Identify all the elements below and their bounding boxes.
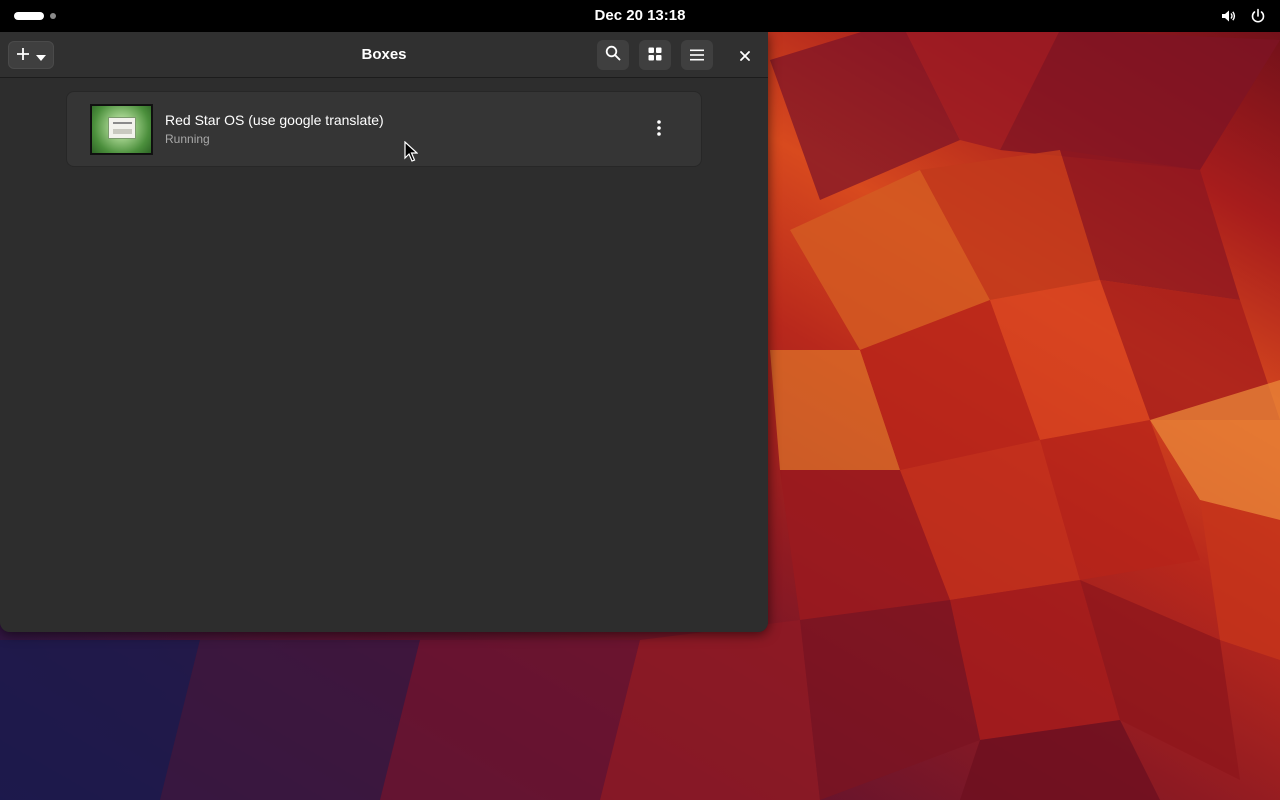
box-status: Running xyxy=(165,132,210,146)
thumbnail-dialog xyxy=(108,117,136,139)
top-bar: Dec 20 13:18 xyxy=(0,0,1280,32)
main-menu-button[interactable] xyxy=(681,40,713,70)
hamburger-menu-icon xyxy=(690,46,704,65)
volume-icon xyxy=(1220,8,1236,24)
boxes-list: Red Star OS (use google translate) Runni… xyxy=(0,78,768,632)
box-name: Red Star OS (use google translate) xyxy=(165,112,384,128)
grid-view-icon xyxy=(648,46,662,65)
close-window-button[interactable] xyxy=(732,42,758,68)
clock-text[interactable]: Dec 20 13:18 xyxy=(587,0,694,32)
power-icon xyxy=(1250,8,1266,24)
clock-menu: Dec 20 13:18 xyxy=(0,0,1280,32)
header-bar: Boxes xyxy=(0,32,768,78)
boxes-window: Boxes Red Star OS (use google translate)… xyxy=(0,32,768,632)
close-icon xyxy=(740,46,750,65)
box-thumbnail xyxy=(90,104,153,155)
mouse-pointer-icon xyxy=(404,140,419,163)
vertical-dots-icon xyxy=(657,120,661,140)
search-icon xyxy=(605,45,621,65)
box-list-item[interactable]: Red Star OS (use google translate) Runni… xyxy=(66,91,702,167)
box-options-button[interactable] xyxy=(645,116,673,144)
search-button[interactable] xyxy=(597,40,629,70)
view-toggle-button[interactable] xyxy=(639,40,671,70)
system-menu[interactable] xyxy=(1220,6,1266,26)
